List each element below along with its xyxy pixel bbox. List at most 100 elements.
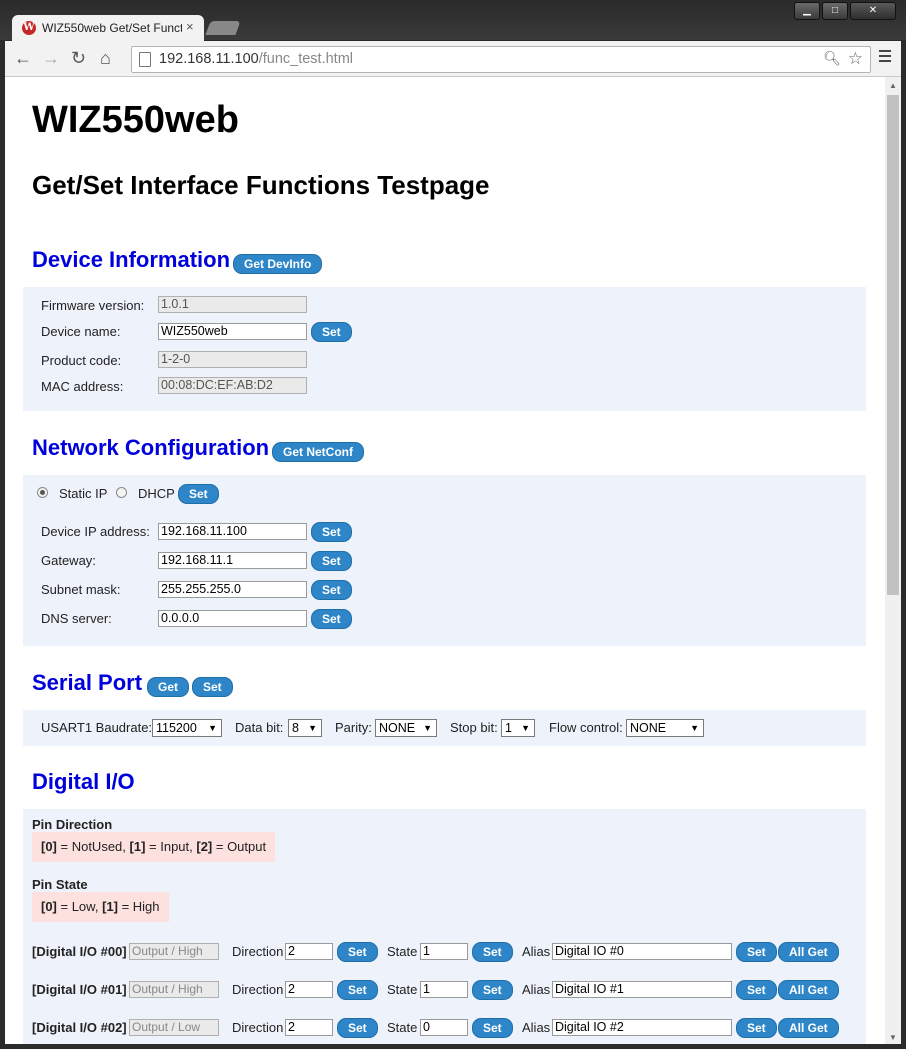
device-ip-set-button[interactable]: Set [311, 522, 352, 542]
direction-label: Direction [232, 1020, 284, 1035]
static-ip-radio[interactable] [37, 487, 48, 498]
alias-set-button[interactable]: Set [736, 1018, 777, 1038]
gateway-set-button[interactable]: Set [311, 551, 352, 571]
state-set-button[interactable]: Set [472, 1018, 513, 1038]
state-label: State [387, 982, 418, 997]
get-devinfo-button[interactable]: Get DevInfo [233, 254, 323, 274]
dns-server-set-button[interactable]: Set [311, 609, 352, 629]
flow-control-select[interactable]: NONE ▼ [626, 719, 704, 737]
dropdown-arrow-icon: ▼ [690, 723, 699, 733]
firmware-field: 1.0.1 [158, 296, 307, 313]
network-config-panel: Static IP DHCP Set Device IP address: 19… [23, 475, 866, 646]
back-arrow-icon[interactable]: ← [14, 49, 32, 67]
gateway-label: Gateway: [41, 553, 96, 568]
dns-server-label: DNS server: [41, 611, 112, 626]
dio-row-status: Output / High [129, 943, 219, 960]
digital-io-heading: Digital I/O [32, 769, 135, 794]
device-ip-label: Device IP address: [41, 524, 150, 539]
product-code-label: Product code: [41, 353, 122, 368]
direction-input[interactable]: 2 [285, 943, 333, 960]
url-text: 192.168.11.100/func_test.html [159, 51, 354, 67]
device-name-set-button[interactable]: Set [311, 322, 352, 342]
title-bar: W WIZ550web Get/Set Funct × ▁ □ ✕ [0, 0, 906, 41]
tab-close-icon[interactable]: × [186, 19, 194, 34]
tab-title: WIZ550web Get/Set Funct [42, 21, 182, 35]
gateway-input[interactable]: 192.168.11.1 [158, 552, 307, 569]
vertical-scrollbar[interactable]: ▲ ▼ [885, 77, 901, 1044]
direction-set-button[interactable]: Set [337, 980, 378, 1000]
parity-label: Parity: [335, 720, 372, 735]
alias-label: Alias [522, 944, 551, 959]
subnet-mask-set-button[interactable]: Set [311, 580, 352, 600]
digital-io-panel: Pin Direction [0] = NotUsed, [1] = Input… [23, 809, 866, 1044]
parity-select[interactable]: NONE ▼ [375, 719, 437, 737]
dns-server-input[interactable]: 0.0.0.0 [158, 610, 307, 627]
all-get-button[interactable]: All Get [778, 942, 839, 962]
device-ip-input[interactable]: 192.168.11.100 [158, 523, 307, 540]
maximize-button[interactable]: □ [822, 2, 848, 20]
mac-address-field: 00:08:DC:EF:AB:D2 [158, 377, 307, 394]
reload-icon[interactable]: ↻ [71, 49, 86, 67]
favicon-icon: W [22, 21, 36, 35]
state-input[interactable]: 1 [420, 943, 468, 960]
page-content: WIZ550web Get/Set Interface Functions Te… [5, 77, 885, 1044]
dhcp-label: DHCP [138, 486, 175, 501]
all-get-button[interactable]: All Get [778, 980, 839, 1000]
bookmark-star-icon[interactable]: ☆ [848, 49, 863, 69]
alias-set-button[interactable]: Set [736, 942, 777, 962]
page-title: WIZ550web [32, 99, 239, 141]
browser-toolbar: ← → ↻ ⌂ 192.168.11.100/func_test.html 🔍︎… [5, 41, 901, 77]
serial-set-button[interactable]: Set [192, 677, 233, 697]
stop-bit-select[interactable]: 1 ▼ [501, 719, 535, 737]
subnet-mask-input[interactable]: 255.255.255.0 [158, 581, 307, 598]
direction-input[interactable]: 2 [285, 981, 333, 998]
dropdown-arrow-icon: ▼ [521, 723, 530, 733]
scroll-down-arrow-icon[interactable]: ▼ [889, 1033, 897, 1042]
dio-row-name: [Digital I/O #01] [32, 982, 127, 997]
home-icon[interactable]: ⌂ [100, 49, 111, 67]
direction-set-button[interactable]: Set [337, 942, 378, 962]
serial-port-panel: USART1 Baudrate: 115200 ▼ Data bit: 8 ▼ Pa… [23, 710, 866, 746]
close-window-button[interactable]: ✕ [850, 2, 896, 20]
alias-input[interactable]: Digital IO #0 [552, 943, 732, 960]
get-netconf-button[interactable]: Get NetConf [272, 442, 364, 462]
direction-input[interactable]: 2 [285, 1019, 333, 1036]
state-set-button[interactable]: Set [472, 980, 513, 1000]
all-get-button[interactable]: All Get [778, 1018, 839, 1038]
serial-get-button[interactable]: Get [147, 677, 190, 697]
state-set-button[interactable]: Set [472, 942, 513, 962]
dropdown-arrow-icon: ▼ [208, 723, 217, 733]
state-input[interactable]: 0 [420, 1019, 468, 1036]
browser-window: W WIZ550web Get/Set Funct × ▁ □ ✕ ← → ↻ … [0, 0, 906, 1049]
search-icon[interactable]: 🔍︎ [823, 50, 841, 67]
minimize-button[interactable]: ▁ [794, 2, 820, 20]
direction-label: Direction [232, 982, 284, 997]
page-subtitle: Get/Set Interface Functions Testpage [32, 170, 490, 200]
pin-state-note: [0] = Low, [1] = High [32, 892, 169, 922]
scrollbar-thumb[interactable] [887, 95, 899, 595]
dropdown-arrow-icon: ▼ [308, 723, 317, 733]
dhcp-radio[interactable] [116, 487, 127, 498]
serial-port-heading: Serial Port [32, 670, 143, 695]
direction-set-button[interactable]: Set [337, 1018, 378, 1038]
data-bit-label: Data bit: [235, 720, 284, 735]
device-name-input[interactable]: WIZ550web [158, 323, 307, 340]
data-bit-select[interactable]: 8 ▼ [288, 719, 322, 737]
state-input[interactable]: 1 [420, 981, 468, 998]
pin-direction-note: [0] = NotUsed, [1] = Input, [2] = Output [32, 832, 276, 862]
alias-input[interactable]: Digital IO #1 [552, 981, 732, 998]
alias-label: Alias [522, 982, 551, 997]
alias-input[interactable]: Digital IO #2 [552, 1019, 732, 1036]
ip-mode-set-button[interactable]: Set [178, 484, 219, 504]
baudrate-select[interactable]: 115200 ▼ [152, 719, 222, 737]
device-info-panel: Firmware version: 1.0.1 Device name: WIZ… [23, 287, 866, 411]
address-bar[interactable]: 192.168.11.100/func_test.html 🔍︎ ☆ [131, 46, 871, 73]
browser-tab[interactable]: W WIZ550web Get/Set Funct × [12, 15, 204, 41]
dio-row-status: Output / Low [129, 1019, 219, 1036]
forward-arrow-icon[interactable]: → [42, 49, 60, 67]
menu-icon[interactable] [879, 50, 891, 65]
stop-bit-label: Stop bit: [450, 720, 498, 735]
scroll-up-arrow-icon[interactable]: ▲ [889, 81, 897, 90]
alias-set-button[interactable]: Set [736, 980, 777, 1000]
new-tab-button[interactable] [205, 21, 241, 35]
